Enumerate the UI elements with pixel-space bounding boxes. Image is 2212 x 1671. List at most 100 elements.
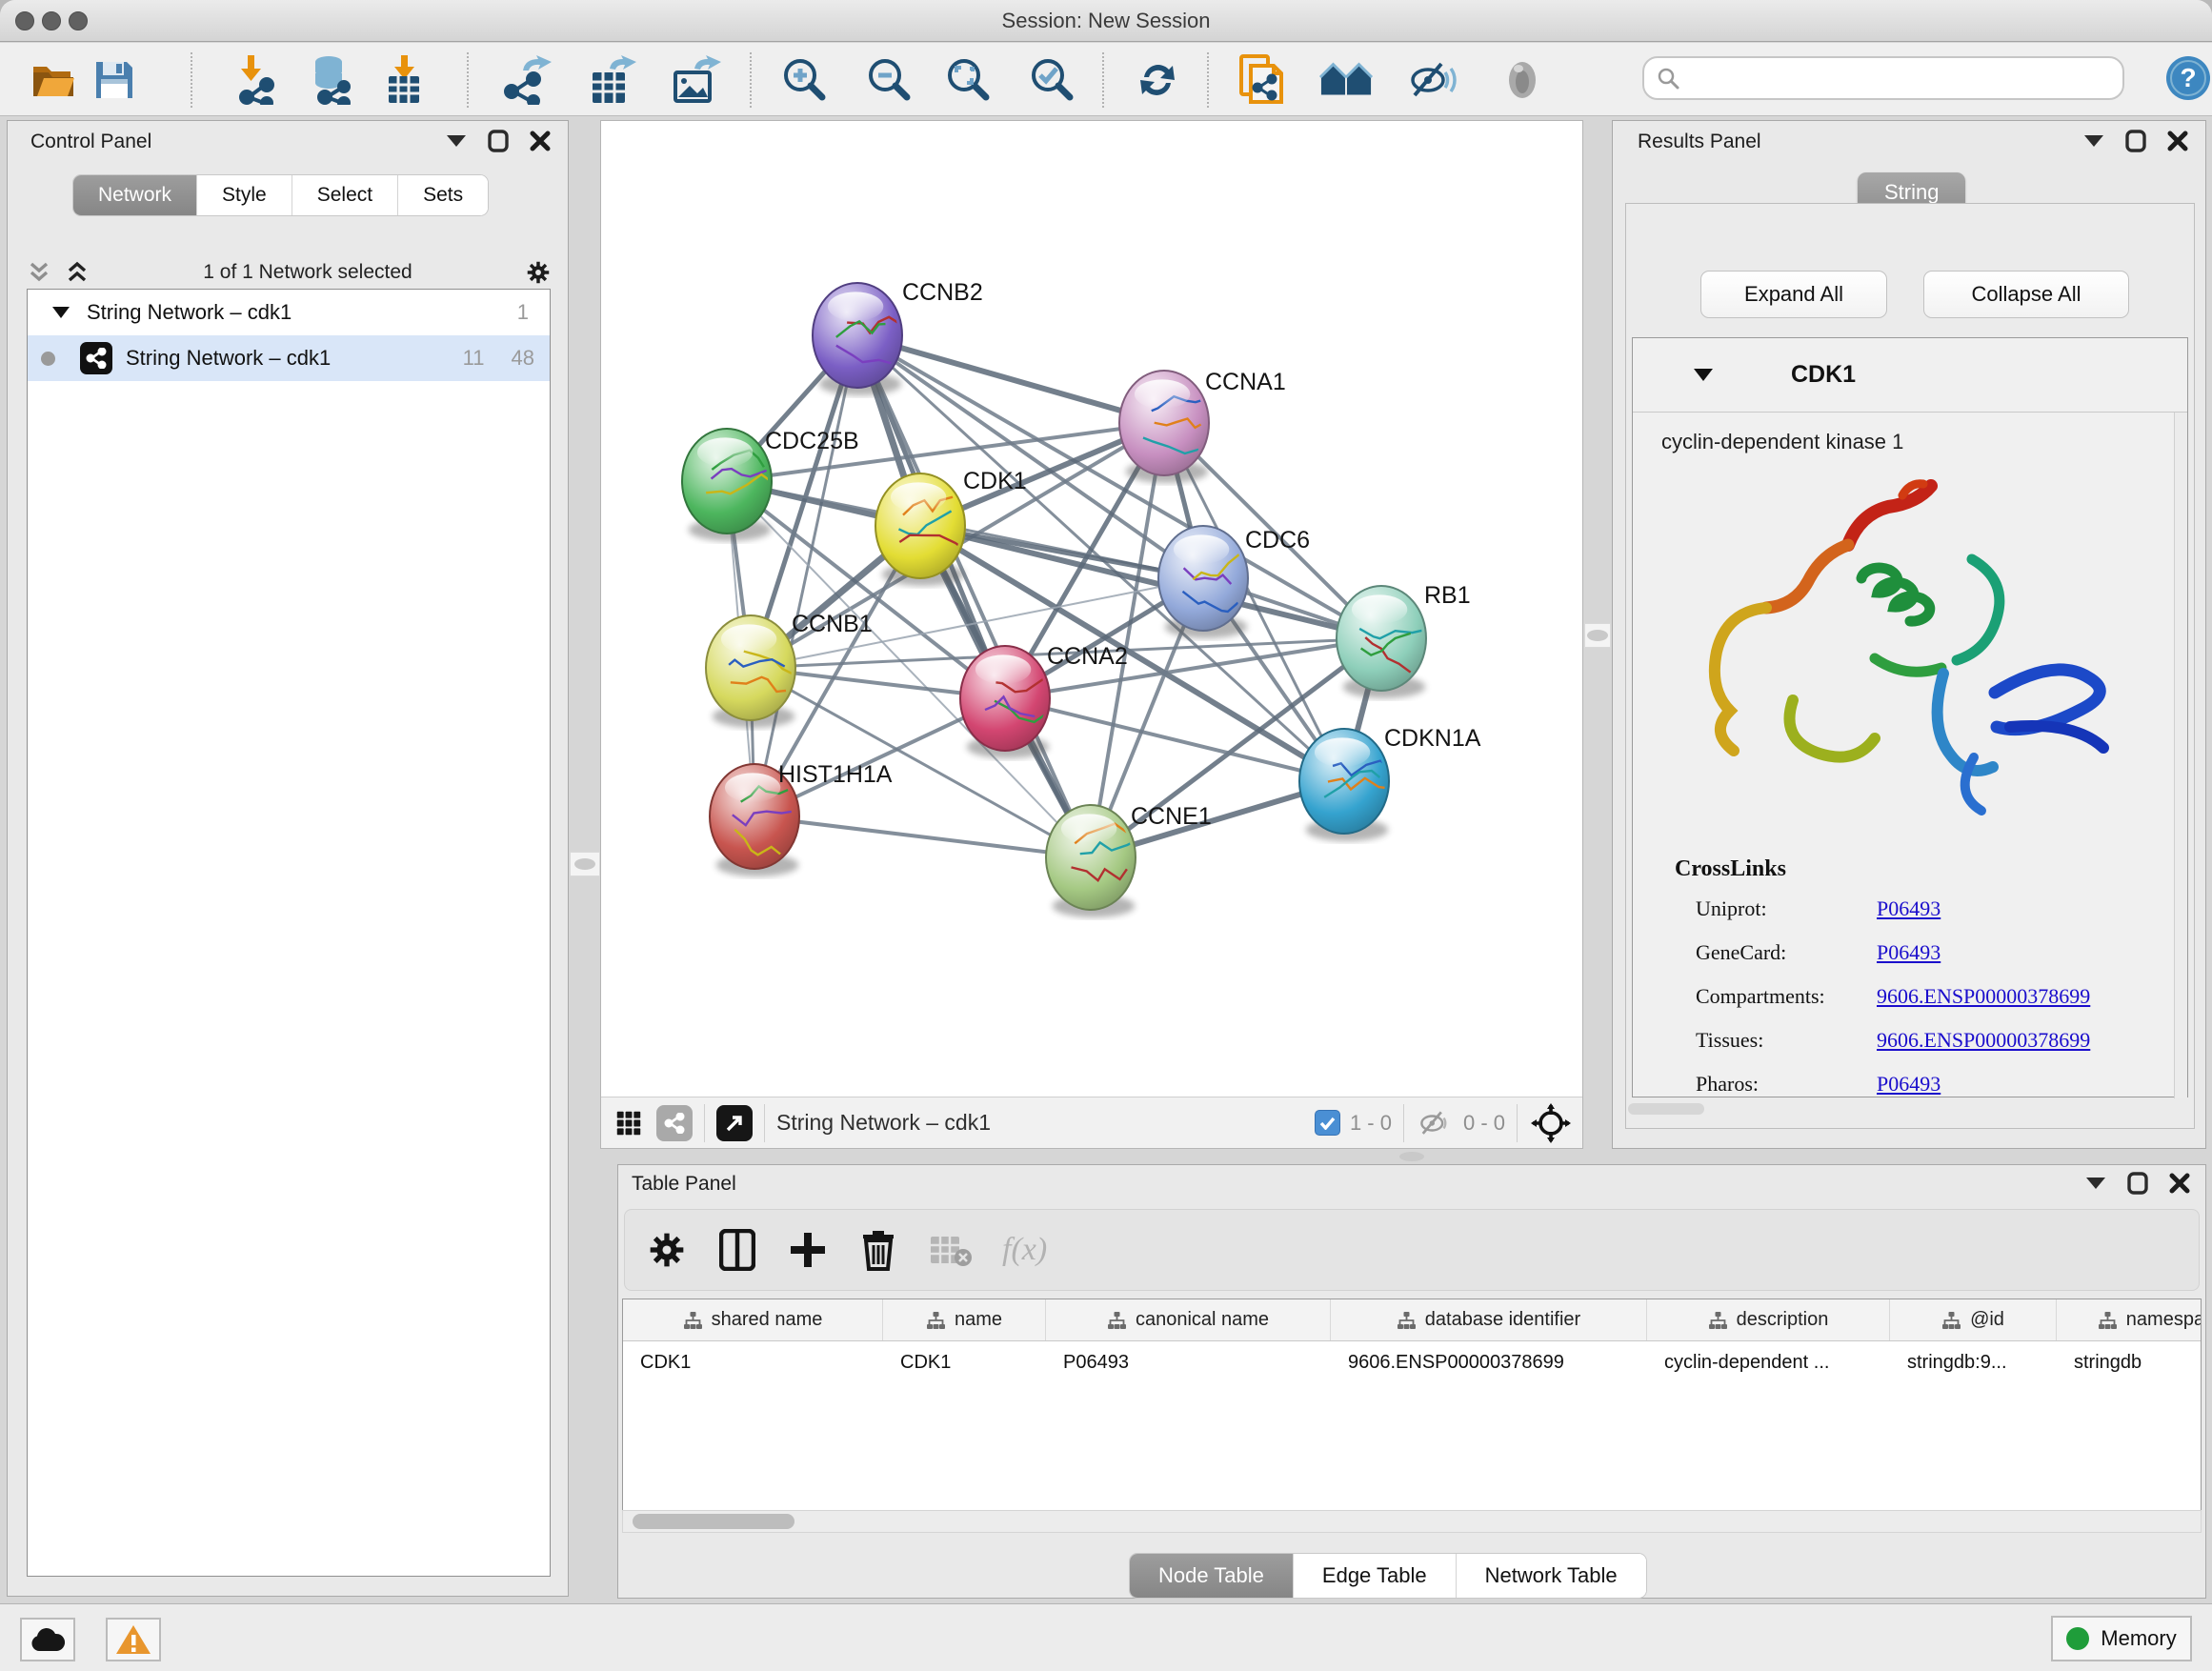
copy-to-clipboard-icon[interactable]	[1236, 55, 1289, 105]
column-header-canonical-name[interactable]: canonical name	[1046, 1299, 1331, 1340]
birds-eye-crosshair-icon[interactable]	[1529, 1111, 1573, 1136]
node-CDC25B[interactable]: CDC25B	[682, 428, 859, 541]
splitter-handle[interactable]	[570, 852, 600, 876]
close-panel-icon[interactable]	[2165, 129, 2190, 153]
node-label-CDK1: CDK1	[963, 468, 1027, 494]
memory-label: Memory	[2101, 1626, 2176, 1651]
tab-edge-table[interactable]: Edge Table	[1294, 1554, 1457, 1598]
node-table[interactable]: shared name namecanonical namedatabase id…	[622, 1299, 2202, 1510]
collapse-all-networks-icon[interactable]	[65, 260, 90, 285]
zoom-fit-icon[interactable]	[941, 55, 995, 105]
table-options-gear-icon[interactable]	[646, 1229, 688, 1271]
node-CCNA2[interactable]: CCNA2	[960, 643, 1128, 758]
node-CCNB1[interactable]: CCNB1	[706, 611, 873, 728]
hide-selected-icon[interactable]	[1407, 55, 1460, 105]
crosslink-url[interactable]: P06493	[1877, 940, 1941, 965]
export-network-icon[interactable]	[502, 55, 555, 105]
zoom-in-icon[interactable]	[777, 55, 831, 105]
node-label-RB1: RB1	[1424, 582, 1471, 609]
tab-network[interactable]: Network	[73, 175, 197, 215]
network-view-toolbar: String Network – cdk1 1 - 0 0 - 0	[601, 1097, 1582, 1148]
expand-all-button[interactable]: Expand All	[1700, 271, 1887, 318]
network-options-gear-icon[interactable]	[526, 260, 551, 285]
tab-sets[interactable]: Sets	[398, 175, 488, 215]
edge-CCNB2-HIST1H1A[interactable]	[754, 335, 857, 816]
tab-select[interactable]: Select	[292, 175, 398, 215]
refresh-icon[interactable]	[1131, 55, 1184, 105]
float-panel-icon[interactable]	[2081, 129, 2106, 153]
expand-all-networks-icon[interactable]	[27, 260, 51, 285]
open-in-new-window-icon[interactable]	[716, 1105, 753, 1141]
vertical-scrollbar[interactable]	[2174, 413, 2187, 1098]
show-columns-icon[interactable]	[716, 1229, 758, 1271]
node-CDK1[interactable]: CDK1	[875, 468, 1027, 586]
import-table-icon[interactable]	[377, 55, 431, 105]
maximize-panel-icon[interactable]	[2123, 129, 2148, 153]
float-panel-icon[interactable]	[2083, 1171, 2108, 1196]
collapse-triangle-icon[interactable]	[52, 307, 70, 318]
close-panel-icon[interactable]	[528, 129, 553, 153]
import-network-from-database-icon[interactable]	[305, 55, 358, 105]
splitter-handle[interactable]	[1391, 1150, 1433, 1163]
selected-checkbox-icon[interactable]	[1315, 1110, 1340, 1136]
grid-view-icon[interactable]	[616, 1111, 641, 1136]
column-header-database-identifier[interactable]: database identifier	[1331, 1299, 1647, 1340]
import-network-icon[interactable]	[232, 55, 286, 105]
function-builder-icon-disabled: f(x)	[1002, 1232, 1047, 1268]
create-column-icon[interactable]	[787, 1229, 829, 1271]
close-panel-icon[interactable]	[2167, 1171, 2192, 1196]
zoom-out-icon[interactable]	[862, 55, 915, 105]
column-header-description[interactable]: description	[1647, 1299, 1890, 1340]
network-row[interactable]: String Network – cdk1 11 48	[28, 335, 550, 381]
edge-CCNB2-CCNE1[interactable]	[857, 335, 1091, 857]
crosslink-url[interactable]: P06493	[1877, 896, 1941, 921]
edge-HIST1H1A-CCNE1[interactable]	[754, 816, 1091, 857]
show-all-icon[interactable]	[1496, 55, 1549, 105]
results-panel-title: Results Panel	[1638, 131, 1761, 153]
memory-button[interactable]: Memory	[2051, 1616, 2192, 1661]
crosslink-url[interactable]: 9606.ENSP00000378699	[1877, 984, 2090, 1009]
maximize-panel-icon[interactable]	[486, 129, 511, 153]
search-input[interactable]	[1680, 67, 2122, 91]
network-collection-row[interactable]: String Network – cdk1 1	[28, 290, 550, 335]
first-neighbors-icon[interactable]	[1319, 55, 1373, 105]
export-table-icon[interactable]	[586, 55, 639, 105]
export-image-icon[interactable]	[670, 55, 723, 105]
table-row[interactable]: CDK1CDK1P064939606.ENSP00000378699cyclin…	[623, 1341, 2201, 1385]
open-folder-icon[interactable]	[27, 55, 80, 105]
collapse-all-button[interactable]: Collapse All	[1923, 271, 2129, 318]
table-horizontal-scrollbar[interactable]	[622, 1510, 2202, 1533]
node-CCNB2[interactable]: CCNB2	[813, 279, 983, 395]
maximize-panel-icon[interactable]	[2125, 1171, 2150, 1196]
network-canvas[interactable]: CCNB2CCNA1CDC25BCDK1CDC6RB1CCNB1CCNA2CDK…	[601, 121, 1580, 1097]
node-CDKN1A[interactable]: CDKN1A	[1299, 725, 1481, 841]
horizontal-scrollbar-thumb[interactable]	[1628, 1103, 1704, 1115]
tab-network-table[interactable]: Network Table	[1457, 1554, 1646, 1598]
gene-header[interactable]: CDK1	[1633, 338, 2187, 413]
crosslink-url[interactable]: 9606.ENSP00000378699	[1877, 1028, 2090, 1053]
node-HIST1H1A[interactable]: HIST1H1A	[710, 761, 893, 876]
crosslink-row: Pharos:P06493	[1696, 1072, 2172, 1097]
float-panel-icon[interactable]	[444, 129, 469, 153]
table-scrollbar-thumb[interactable]	[633, 1514, 794, 1529]
delete-column-trash-icon[interactable]	[857, 1229, 899, 1271]
tab-style[interactable]: Style	[197, 175, 292, 215]
column-label: shared name	[712, 1309, 823, 1331]
node-RB1[interactable]: RB1	[1337, 582, 1471, 698]
column-header-@id[interactable]: @id	[1890, 1299, 2057, 1340]
splitter-handle[interactable]	[1584, 623, 1611, 648]
network-badge-icon[interactable]	[656, 1105, 693, 1141]
cloud-button[interactable]	[20, 1618, 75, 1661]
column-header-name[interactable]: name	[883, 1299, 1046, 1340]
collapse-triangle-icon[interactable]	[1694, 369, 1713, 381]
node-CCNE1[interactable]: CCNE1	[1046, 803, 1212, 917]
help-icon[interactable]: ?	[2164, 54, 2212, 102]
node-CCNA1[interactable]: CCNA1	[1119, 369, 1286, 483]
column-header-shared-name[interactable]: shared name	[623, 1299, 883, 1340]
warnings-button[interactable]	[106, 1618, 161, 1661]
tab-node-table[interactable]: Node Table	[1130, 1554, 1294, 1598]
crosslink-url[interactable]: P06493	[1877, 1072, 1941, 1097]
column-header-namespace[interactable]: namespace	[2057, 1299, 2202, 1340]
zoom-selected-icon[interactable]	[1025, 55, 1078, 105]
save-session-icon[interactable]	[88, 55, 141, 105]
